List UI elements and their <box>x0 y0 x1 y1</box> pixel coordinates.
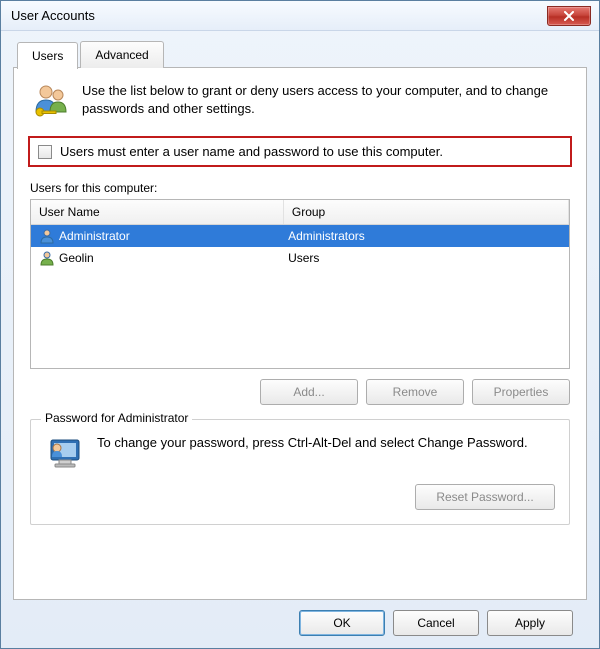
cell-group: Administrators <box>284 229 565 243</box>
listview-body: Administrator Administrators Geoli <box>31 225 569 368</box>
list-row[interactable]: Geolin Users <box>31 247 569 269</box>
close-button[interactable] <box>547 6 591 26</box>
tab-advanced[interactable]: Advanced <box>80 41 163 68</box>
cell-group-text: Users <box>288 251 319 265</box>
user-icon <box>39 250 55 266</box>
column-header-group[interactable]: Group <box>284 200 569 224</box>
cell-user: Administrator <box>35 228 284 244</box>
intro-row: Use the list below to grant or deny user… <box>30 82 570 122</box>
user-admin-icon <box>39 228 55 244</box>
tab-users[interactable]: Users <box>17 42 78 69</box>
add-button[interactable]: Add... <box>260 379 358 405</box>
cell-group: Users <box>284 251 565 265</box>
require-login-row[interactable]: Users must enter a user name and passwor… <box>28 136 572 167</box>
password-text: To change your password, press Ctrl-Alt-… <box>97 434 528 452</box>
remove-button[interactable]: Remove <box>366 379 464 405</box>
dialog-content: Users Advanced Use the list below to gra… <box>1 31 599 648</box>
cell-user: Geolin <box>35 250 284 266</box>
require-login-label: Users must enter a user name and passwor… <box>60 144 443 159</box>
dialog-button-row: OK Cancel Apply <box>13 600 587 636</box>
reset-password-button[interactable]: Reset Password... <box>415 484 555 510</box>
cell-user-text: Administrator <box>59 229 130 243</box>
require-login-checkbox[interactable] <box>38 145 52 159</box>
users-keys-icon <box>30 82 70 122</box>
cancel-button[interactable]: Cancel <box>393 610 479 636</box>
ok-button[interactable]: OK <box>299 610 385 636</box>
cell-user-text: Geolin <box>59 251 94 265</box>
window-title: User Accounts <box>11 8 547 23</box>
password-monitor-icon <box>45 434 85 474</box>
password-row: To change your password, press Ctrl-Alt-… <box>45 434 555 474</box>
apply-button[interactable]: Apply <box>487 610 573 636</box>
password-groupbox-legend: Password for Administrator <box>41 411 192 425</box>
password-button-row: Reset Password... <box>45 484 555 510</box>
properties-button[interactable]: Properties <box>472 379 570 405</box>
user-accounts-window: User Accounts Users Advanced Use <box>0 0 600 649</box>
titlebar: User Accounts <box>1 1 599 31</box>
list-button-row: Add... Remove Properties <box>30 379 570 405</box>
users-list-caption: Users for this computer: <box>30 181 570 195</box>
list-row[interactable]: Administrator Administrators <box>31 225 569 247</box>
listview-header: User Name Group <box>31 200 569 225</box>
users-listview[interactable]: User Name Group Administrator <box>30 199 570 369</box>
close-icon <box>563 11 575 21</box>
tab-panel-users: Use the list below to grant or deny user… <box>13 67 587 600</box>
column-header-user[interactable]: User Name <box>31 200 284 224</box>
cell-group-text: Administrators <box>288 229 365 243</box>
tabstrip: Users Advanced <box>13 41 587 68</box>
password-groupbox: Password for Administrator To change you… <box>30 419 570 525</box>
intro-text: Use the list below to grant or deny user… <box>82 82 570 117</box>
